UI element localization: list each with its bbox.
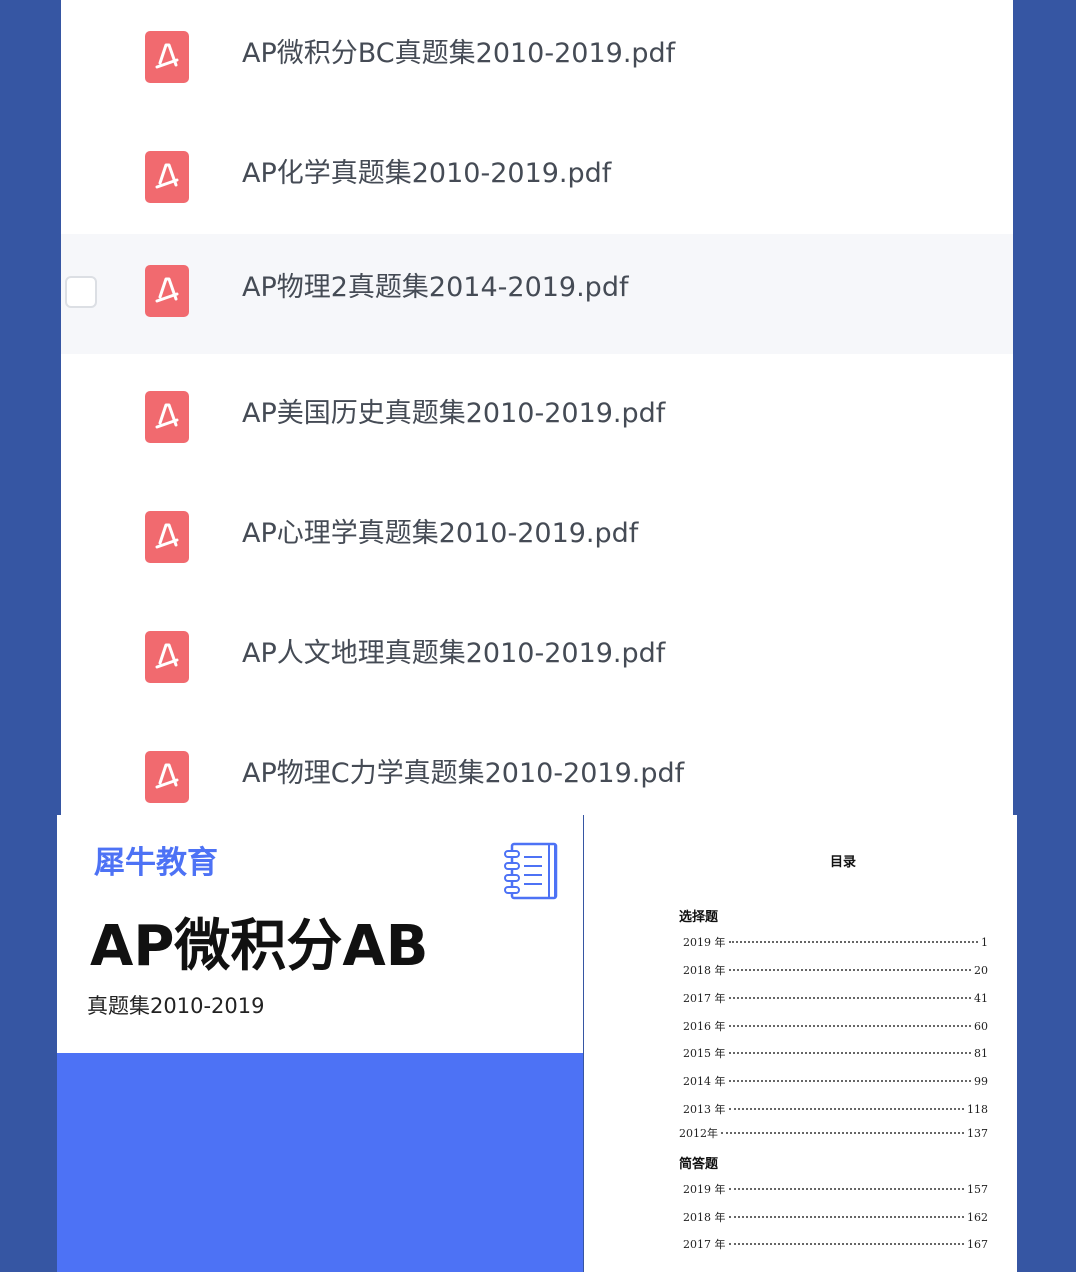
toc-entry-label: 2012年 — [679, 1127, 718, 1140]
toc-entry-page: 118 — [967, 1103, 988, 1116]
pdf-icon — [145, 31, 189, 83]
toc-leader-dots — [728, 1216, 964, 1218]
toc-leader-dots — [728, 1188, 964, 1190]
file-name: AP人文地理真题集2010-2019.pdf — [242, 638, 666, 669]
toc-entry: 2013 年 118 — [683, 1101, 988, 1117]
file-list: AP微积分BC真题集2010-2019.pdf AP化学真题集2010-2019… — [61, 0, 1013, 815]
toc-entry: 2017 年 167 — [683, 1236, 988, 1252]
pdf-icon — [145, 151, 189, 203]
file-row[interactable]: AP人文地理真题集2010-2019.pdf — [61, 600, 1013, 720]
file-name: AP化学真题集2010-2019.pdf — [242, 158, 612, 189]
toc-entry-label: 2019 年 — [683, 1183, 726, 1196]
toc-entry-page: 99 — [974, 1075, 988, 1088]
toc-leader-dots — [728, 997, 971, 999]
table-of-contents-preview: 目录 选择题 2019 年 1 2018 年 20 2017 年 41 2016 年 6… — [584, 815, 1017, 1272]
toc-leader-dots — [728, 941, 978, 943]
pdf-icon — [145, 265, 189, 317]
file-row[interactable]: AP美国历史真题集2010-2019.pdf — [61, 360, 1013, 480]
toc-section-heading: 选择题 — [679, 910, 719, 925]
toc-entry-label: 2018 年 — [683, 1211, 726, 1224]
cover-subtitle: 真题集2010-2019 — [87, 994, 265, 1018]
toc-leader-dots — [728, 1025, 971, 1027]
toc-entry-page: 137 — [967, 1127, 988, 1140]
file-name: AP物理C力学真题集2010-2019.pdf — [242, 758, 685, 789]
toc-leader-dots — [728, 1080, 971, 1082]
toc-entry-label: 2016 年 — [683, 1020, 726, 1033]
toc-leader-dots — [721, 1132, 964, 1134]
file-name: AP美国历史真题集2010-2019.pdf — [242, 398, 666, 429]
file-row[interactable]: AP心理学真题集2010-2019.pdf — [61, 480, 1013, 600]
file-row[interactable]: AP物理C力学真题集2010-2019.pdf — [61, 720, 1013, 815]
toc-entry-page: 81 — [974, 1047, 988, 1060]
toc-entry-page: 167 — [967, 1238, 988, 1251]
toc-section-heading: 简答题 — [679, 1157, 719, 1172]
toc-leader-dots — [728, 1052, 971, 1054]
toc-entry-label: 2013 年 — [683, 1103, 726, 1116]
toc-entry-label: 2017 年 — [683, 1238, 726, 1251]
file-row[interactable]: AP微积分BC真题集2010-2019.pdf — [61, 0, 1013, 120]
toc-entry: 2019 年 1 — [683, 934, 988, 950]
toc-title: 目录 — [829, 855, 856, 870]
pdf-icon — [145, 511, 189, 563]
cover-title: AP微积分AB — [90, 914, 429, 979]
toc-entry-page: 1 — [981, 936, 988, 949]
pdf-icon — [145, 631, 189, 683]
file-row[interactable]: AP化学真题集2010-2019.pdf — [61, 120, 1013, 240]
toc-leader-dots — [728, 1108, 964, 1110]
file-name: AP微积分BC真题集2010-2019.pdf — [242, 38, 676, 69]
file-name: AP物理2真题集2014-2019.pdf — [242, 272, 629, 303]
toc-entry-page: 60 — [974, 1020, 988, 1033]
file-row-hovered[interactable]: AP物理2真题集2014-2019.pdf — [61, 234, 1013, 354]
toc-leader-dots — [728, 1243, 964, 1245]
toc-entry: 2018 年 20 — [683, 962, 988, 978]
cover-brand: 犀牛教育 — [94, 845, 218, 881]
toc-entry-label: 2018 年 — [683, 964, 726, 977]
toc-entry-page: 41 — [974, 992, 988, 1005]
toc-entry: 2012年 137 — [679, 1125, 988, 1141]
cover-color-band — [57, 1053, 583, 1272]
pdf-icon — [145, 391, 189, 443]
toc-entry-label: 2015 年 — [683, 1047, 726, 1060]
toc-entry: 2015 年 81 — [683, 1045, 988, 1061]
toc-entry-label: 2017 年 — [683, 992, 726, 1005]
pdf-icon — [145, 751, 189, 803]
toc-entry-label: 2014 年 — [683, 1075, 726, 1088]
toc-entry: 2018 年 162 — [683, 1209, 988, 1225]
toc-entry-page: 20 — [974, 964, 988, 977]
toc-entry: 2017 年 41 — [683, 990, 988, 1006]
toc-leader-dots — [728, 969, 971, 971]
toc-entry: 2016 年 60 — [683, 1018, 988, 1034]
toc-entry-page: 162 — [967, 1211, 988, 1224]
toc-entry: 2019 年 157 — [683, 1181, 988, 1197]
toc-entry: 2014 年 99 — [683, 1073, 988, 1089]
book-cover-preview: 犀牛教育 AP微积分AB 真题集2010-2019 — [57, 815, 583, 1272]
toc-entry-label: 2019 年 — [683, 936, 726, 949]
notebook-icon — [504, 842, 558, 900]
toc-entry-page: 157 — [967, 1183, 988, 1196]
file-name: AP心理学真题集2010-2019.pdf — [242, 518, 639, 549]
file-select-checkbox[interactable] — [65, 276, 97, 308]
